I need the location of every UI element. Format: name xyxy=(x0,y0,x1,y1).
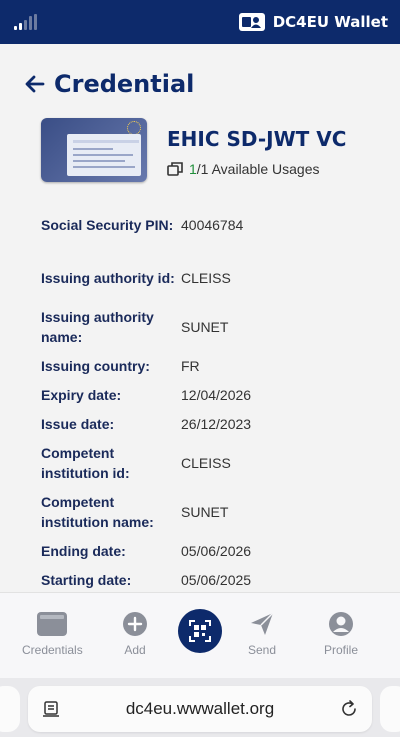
send-icon xyxy=(251,612,274,635)
prev-tab[interactable] xyxy=(0,686,20,732)
usage-count: 1 xyxy=(189,161,197,177)
brand-title: DC4EU Wallet xyxy=(272,13,388,31)
arrow-left-icon[interactable] xyxy=(24,73,46,95)
credential-fields: Social Security PIN: 40046784 Issuing au… xyxy=(41,204,361,594)
field-row: Issuing country: FR xyxy=(41,351,361,380)
nav-credentials-label: Credentials xyxy=(22,643,83,657)
field-value: FR xyxy=(181,357,200,374)
field-value: 40046784 xyxy=(181,216,244,233)
nav-profile-label: Profile xyxy=(324,643,359,657)
field-label: Competent institution id: xyxy=(41,444,130,481)
signal-icon xyxy=(14,14,37,30)
credential-info: EHIC SD-JWT VC 1/1 Available Usages xyxy=(167,118,346,182)
field-row: Social Security PIN: 40046784 xyxy=(41,204,361,245)
bottom-nav: Credentials Add Send Profile xyxy=(0,592,400,678)
nav-profile[interactable]: Profile xyxy=(324,611,358,657)
wallet-logo-icon xyxy=(238,13,265,31)
eu-stars-icon xyxy=(127,121,141,135)
field-label: Expiry date: xyxy=(41,386,122,403)
qr-scan-button[interactable] xyxy=(178,609,222,653)
app-header: DC4EU Wallet xyxy=(0,0,400,44)
field-value: SUNET xyxy=(181,503,229,520)
address-bar[interactable]: dc4eu.wwwallet.org xyxy=(28,686,372,732)
field-row: Expiry date: 12/04/2026 xyxy=(41,380,361,409)
copies-icon xyxy=(167,162,183,176)
credential-name: EHIC SD-JWT VC xyxy=(167,127,347,151)
nav-send[interactable]: Send xyxy=(248,611,276,657)
field-label: Ending date: xyxy=(41,542,126,559)
field-value: 05/06/2025 xyxy=(181,571,252,588)
field-label: Social Security PIN: xyxy=(41,216,174,233)
field-row: Ending date: 05/06/2026 xyxy=(41,536,361,565)
field-value: CLEISS xyxy=(181,269,231,286)
profile-icon xyxy=(329,612,353,636)
url-text[interactable]: dc4eu.wwwallet.org xyxy=(126,699,274,719)
field-label: Competent institution name: xyxy=(41,493,154,530)
credential-header: EHIC SD-JWT VC 1/1 Available Usages xyxy=(41,118,346,182)
field-value: CLEISS xyxy=(181,454,231,471)
next-tab[interactable] xyxy=(380,686,400,732)
reload-icon[interactable] xyxy=(340,700,358,718)
usage-text: /1 Available Usages xyxy=(196,161,320,177)
usage-info: 1/1 Available Usages xyxy=(167,161,346,177)
field-row: Competent institution name: SUNET xyxy=(41,487,361,536)
qr-scan-icon xyxy=(189,620,211,642)
nav-send-label: Send xyxy=(248,643,277,657)
field-row: Issue date: 26/12/2023 xyxy=(41,409,361,438)
field-label: Starting date: xyxy=(41,571,132,588)
field-row: Issuing authority name: SUNET xyxy=(41,302,361,351)
nav-add-label: Add xyxy=(124,643,146,657)
add-icon xyxy=(123,612,147,636)
wallet-icon xyxy=(37,612,68,636)
brand: DC4EU Wallet xyxy=(238,13,388,31)
field-label: Issuing authority name: xyxy=(41,308,154,345)
field-value: SUNET xyxy=(181,318,229,335)
page-title: Credential xyxy=(54,70,195,98)
reader-icon[interactable] xyxy=(42,701,60,717)
field-label: Issue date: xyxy=(41,415,115,432)
field-value: 05/06/2026 xyxy=(181,542,252,559)
field-row: Competent institution id: CLEISS xyxy=(41,438,361,487)
credential-card-image[interactable] xyxy=(41,118,147,182)
field-label: Issuing country: xyxy=(41,357,150,374)
field-value: 26/12/2023 xyxy=(181,415,252,432)
field-label: Issuing authority id: xyxy=(41,269,175,286)
nav-add[interactable]: Add xyxy=(122,611,148,657)
nav-credentials[interactable]: Credentials xyxy=(22,611,83,657)
page-title-row: Credential xyxy=(24,70,194,98)
field-value: 12/04/2026 xyxy=(181,386,252,403)
browser-bar: dc4eu.wwwallet.org xyxy=(0,678,400,737)
field-row: Issuing authority id: CLEISS xyxy=(41,253,361,302)
field-row: Starting date: 05/06/2025 xyxy=(41,565,361,594)
